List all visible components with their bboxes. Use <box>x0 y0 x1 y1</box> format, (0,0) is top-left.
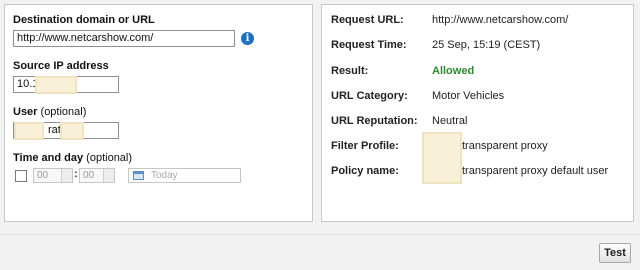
url-reputation-label: URL Reputation: <box>331 115 418 127</box>
result-label: Result: <box>331 65 369 77</box>
user-label: User (optional) <box>13 106 87 118</box>
redacted-profile-block <box>422 132 462 184</box>
request-url-value: http://www.netcarshow.com/ <box>432 14 569 26</box>
policy-name-value: transparent proxy default user <box>462 165 609 177</box>
minute-spinner[interactable]: 00 <box>79 168 115 183</box>
result-panel: Request URL: http://www.netcarshow.com/ … <box>321 4 634 222</box>
destination-input[interactable]: http://www.netcarshow.com/ <box>13 30 235 47</box>
time-enable-checkbox[interactable] <box>15 170 27 182</box>
destination-label: Destination domain or URL <box>13 14 155 26</box>
filter-profile-value: transparent proxy <box>462 140 548 152</box>
hour-spinner-arrow[interactable] <box>61 169 72 182</box>
test-form-panel: Destination domain or URL http://www.net… <box>4 4 313 222</box>
request-url-label: Request URL: <box>331 14 404 26</box>
source-ip-label: Source IP address <box>13 60 109 72</box>
date-placeholder: Today <box>151 170 178 181</box>
redacted-user-suffix <box>60 122 84 140</box>
redacted-user-prefix <box>14 122 44 140</box>
url-category-value: Motor Vehicles <box>432 90 505 102</box>
time-label: Time and day (optional) <box>13 152 133 164</box>
action-bar: Test <box>0 234 640 270</box>
url-reputation-value: Neutral <box>432 115 468 127</box>
calendar-icon[interactable] <box>133 171 144 180</box>
info-icon[interactable]: i <box>241 32 254 45</box>
redacted-ip <box>35 76 77 94</box>
time-separator: : <box>74 168 78 180</box>
hour-spinner[interactable]: 00 <box>33 168 73 183</box>
minute-spinner-arrow[interactable] <box>103 169 114 182</box>
url-category-label: URL Category: <box>331 90 408 102</box>
request-time-label: Request Time: <box>331 39 407 51</box>
filter-profile-label: Filter Profile: <box>331 140 399 152</box>
policy-name-label: Policy name: <box>331 165 399 177</box>
test-button[interactable]: Test <box>599 243 631 263</box>
date-picker[interactable]: Today <box>128 168 241 183</box>
request-time-value: 25 Sep, 15:19 (CEST) <box>432 39 541 51</box>
result-status-value: Allowed <box>432 65 475 77</box>
